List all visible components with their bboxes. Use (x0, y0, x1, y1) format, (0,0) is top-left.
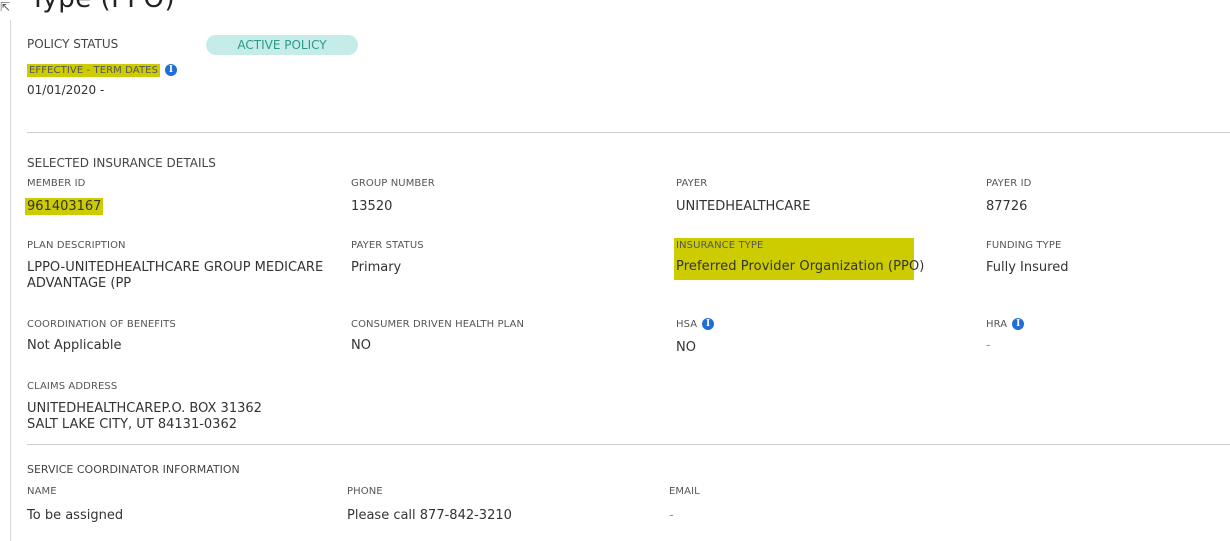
payer-id-value: 87726 (986, 199, 1028, 214)
funding-type-label: FUNDING TYPE (986, 240, 1062, 251)
cdhp-label: CONSUMER DRIVEN HEALTH PLAN (351, 319, 525, 330)
payer-status-label: PAYER STATUS (351, 240, 424, 251)
funding-type-value: Fully Insured (986, 260, 1069, 275)
effective-term-dates-field: EFFECTIVE - TERM DATES i (27, 64, 178, 77)
group-number-value: 13520 (351, 199, 393, 214)
cob-label: COORDINATION OF BENEFITS (27, 319, 176, 330)
effective-term-dates-value: 01/01/2020 - (27, 83, 105, 97)
coordinator-name-label: NAME (27, 486, 57, 497)
insurance-type-label: INSURANCE TYPE (676, 240, 764, 251)
coordinator-title: SERVICE COORDINATOR INFORMATION (27, 463, 240, 476)
policy-status-label: POLICY STATUS (27, 37, 119, 51)
insurance-type-value: Preferred Provider Organization (PPO) (676, 259, 925, 274)
divider (27, 444, 1230, 445)
member-id-value: 961403167 (25, 198, 104, 215)
hsa-field: HSA i (676, 318, 715, 330)
coordinator-name-value: To be assigned (27, 508, 124, 523)
policy-panel: POLICY STATUS ACTIVE POLICY EFFECTIVE - … (10, 20, 1230, 541)
mouse-cursor-icon: ⇱ (0, 0, 11, 14)
group-number-label: GROUP NUMBER (351, 178, 435, 189)
hsa-value: NO (676, 340, 696, 355)
insurance-details-title: SELECTED INSURANCE DETAILS (27, 156, 216, 170)
info-icon[interactable]: i (1012, 318, 1025, 330)
plan-description-line2: ADVANTAGE (PP (27, 276, 132, 291)
cob-value: Not Applicable (27, 338, 122, 353)
coordinator-email-value: - (669, 508, 674, 523)
clipped-header-text: Type (PPO) (30, 0, 175, 14)
divider (27, 132, 1230, 133)
coordinator-email-label: EMAIL (669, 486, 700, 497)
effective-term-dates-label: EFFECTIVE - TERM DATES (27, 64, 161, 77)
cdhp-value: NO (351, 338, 371, 353)
hra-field: HRA i (986, 318, 1025, 330)
status-badge: ACTIVE POLICY (206, 35, 358, 55)
hsa-label: HSA (676, 319, 698, 330)
member-id-label: MEMBER ID (27, 178, 86, 189)
coordinator-phone-value: Please call 877-842-3210 (347, 508, 512, 523)
hra-value: - (986, 338, 991, 353)
info-icon[interactable]: i (165, 64, 178, 76)
info-icon[interactable]: i (702, 318, 715, 330)
payer-value: UNITEDHEALTHCARE (676, 199, 811, 214)
claims-address-line2: SALT LAKE CITY, UT 84131-0362 (27, 417, 237, 432)
payer-label: PAYER (676, 178, 708, 189)
hra-label: HRA (986, 319, 1008, 330)
payer-id-label: PAYER ID (986, 178, 1032, 189)
plan-description-line1: LPPO-UNITEDHEALTHCARE GROUP MEDICARE (27, 260, 324, 275)
payer-status-value: Primary (351, 260, 402, 275)
claims-address-label: CLAIMS ADDRESS (27, 381, 118, 392)
coordinator-phone-label: PHONE (347, 486, 383, 497)
insurance-type-field: INSURANCE TYPE Preferred Provider Organi… (674, 238, 924, 280)
plan-description-label: PLAN DESCRIPTION (27, 240, 126, 251)
claims-address-line1: UNITEDHEALTHCAREP.O. BOX 31362 (27, 401, 262, 416)
